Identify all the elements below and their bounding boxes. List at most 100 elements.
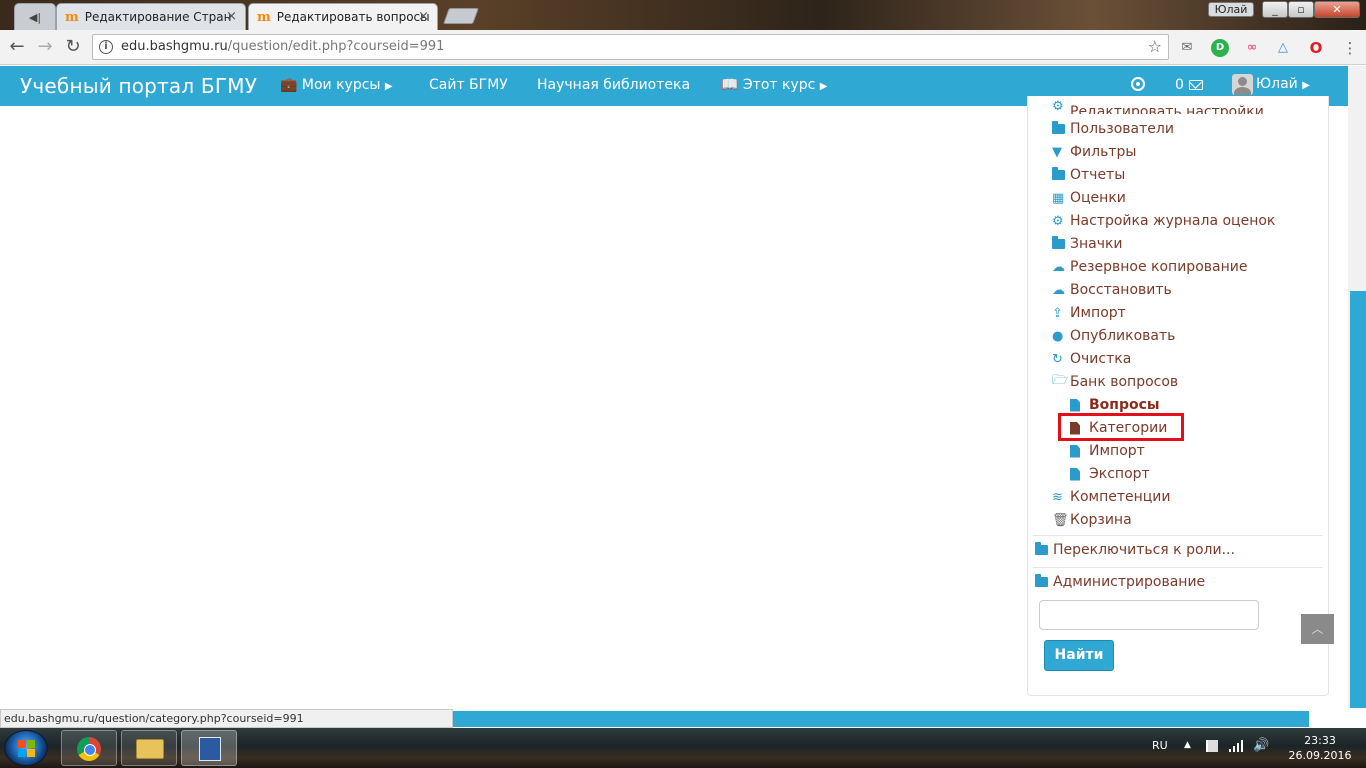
admin-item-recycle-bin[interactable]: 🗑 Корзина	[1052, 510, 1132, 530]
back-to-top-button[interactable]: ︿	[1301, 614, 1334, 644]
close-window-button[interactable]: ✕	[1314, 1, 1360, 18]
admin-item-users[interactable]: Пользователи	[1052, 119, 1174, 139]
admin-item-reports[interactable]: Отчеты	[1052, 165, 1125, 185]
admin-item-label: Редактировать настройки	[1070, 104, 1264, 114]
folder-icon	[1035, 574, 1048, 587]
divider	[1033, 567, 1323, 568]
menu-icon[interactable]: ⋮	[1341, 39, 1359, 57]
briefcase-icon: 💼	[280, 77, 298, 93]
nav-library-link[interactable]: Научная библиотека	[537, 77, 690, 93]
trash-icon: 🗑	[1052, 512, 1069, 528]
admin-item-label: Оценки	[1070, 190, 1126, 206]
caret-right-icon: ▶	[1302, 80, 1310, 91]
avatar[interactable]	[1232, 74, 1253, 95]
question-bank-item-import[interactable]: Импорт	[1070, 441, 1145, 461]
file-icon	[1070, 467, 1080, 481]
user-menu[interactable]: Юлай ▶	[1256, 76, 1310, 92]
competency-icon: ≋	[1052, 489, 1063, 505]
cogs-icon: ⚙	[1052, 213, 1064, 229]
windows-logo-icon	[27, 740, 35, 748]
status-bar-url: edu.bashgmu.ru/question/category.php?cou…	[0, 709, 453, 728]
maximize-button[interactable]: ▫	[1288, 1, 1314, 18]
admin-item-filters[interactable]: ▼ Фильтры	[1052, 142, 1136, 162]
divider	[1033, 535, 1323, 536]
extension-green-icon[interactable]: D	[1211, 39, 1229, 57]
site-brand[interactable]: Учебный портал БГМУ	[20, 74, 257, 98]
new-tab-button[interactable]	[443, 8, 479, 24]
admin-item-import[interactable]: ⇪ Импорт	[1052, 303, 1126, 323]
folder-icon	[1052, 121, 1065, 134]
nav-this-course[interactable]: 📖 Этот курс ▶	[721, 77, 827, 93]
envelope-icon[interactable]	[1189, 80, 1203, 90]
notification-icon[interactable]	[1131, 77, 1145, 91]
admin-search-input[interactable]	[1039, 600, 1259, 630]
close-icon[interactable]: ×	[418, 9, 429, 24]
caret-right-icon: ▶	[384, 81, 393, 92]
action-center-icon[interactable]	[1206, 740, 1218, 752]
nav-site-link[interactable]: Сайт БГМУ	[429, 77, 508, 93]
admin-item-label: Фильтры	[1070, 144, 1137, 160]
admin-item-gradebook-setup[interactable]: ⚙ Настройка журнала оценок	[1052, 211, 1275, 231]
switch-role-link[interactable]: Переключиться к роли...	[1035, 542, 1235, 558]
admin-item-question-bank[interactable]: 🗁 Банк вопросов	[1052, 372, 1178, 392]
clock-time: 23:33	[1304, 734, 1336, 747]
moodle-icon: m	[65, 9, 79, 25]
start-button[interactable]	[4, 730, 48, 766]
address-bar[interactable]: i edu.bashgmu.ru/question/edit.php?cours…	[92, 34, 1169, 60]
question-bank-item-label: Вопросы	[1089, 397, 1160, 413]
star-icon[interactable]: ☆	[1148, 35, 1162, 59]
opera-icon[interactable]: O	[1307, 39, 1325, 57]
info-icon[interactable]: i	[99, 40, 113, 54]
extension-red-icon[interactable]: ∞	[1243, 39, 1261, 57]
close-icon[interactable]: ×	[226, 9, 237, 24]
admin-item-label: Настройка журнала оценок	[1070, 213, 1276, 229]
tab-edit-questions[interactable]: m Редактировать вопросы ×	[248, 3, 438, 30]
moodle-icon: m	[257, 9, 271, 25]
show-hidden-icons-icon[interactable]: ▲	[1184, 740, 1191, 750]
admin-item-reset[interactable]: ↻ Очистка	[1052, 349, 1131, 369]
question-bank-item-export[interactable]: Экспорт	[1070, 464, 1150, 484]
admin-item-publish[interactable]: ● Опубликовать	[1052, 326, 1175, 346]
admin-item-competencies[interactable]: ≋ Компетенции	[1052, 487, 1170, 507]
caret-right-icon: ▶	[819, 81, 828, 92]
admin-item-badges[interactable]: Значки	[1052, 234, 1123, 254]
forward-button[interactable]: →	[34, 37, 56, 59]
admin-item-label: Импорт	[1070, 305, 1126, 321]
windows-logo-icon	[18, 749, 26, 757]
admin-item-edit-settings[interactable]: ⚙ Редактировать настройки	[1052, 96, 1264, 114]
language-indicator[interactable]: RU	[1152, 739, 1168, 752]
back-button[interactable]: ←	[6, 37, 28, 59]
admin-item-label: Значки	[1070, 236, 1123, 252]
cogs-icon: ⚙	[1052, 99, 1064, 114]
minimize-button[interactable]: _	[1262, 1, 1288, 18]
network-icon[interactable]	[1229, 740, 1243, 752]
taskbar-chrome[interactable]	[61, 730, 117, 766]
admin-item-backup[interactable]: ☁ Резервное копирование	[1052, 257, 1247, 277]
nav-my-courses[interactable]: 💼 Мои курсы ▶	[280, 77, 393, 93]
admin-item-grades[interactable]: ▦ Оценки	[1052, 188, 1126, 208]
mail-icon[interactable]: ✉	[1178, 39, 1196, 57]
paint-icon	[199, 737, 221, 761]
question-bank-item-label: Импорт	[1089, 443, 1145, 459]
tab-edit-page[interactable]: m Редактирование Стран ×	[56, 3, 246, 30]
page-scrollbar-thumb[interactable]	[1350, 291, 1366, 708]
drive-icon[interactable]: △	[1274, 39, 1292, 57]
question-bank-item-questions[interactable]: Вопросы	[1070, 395, 1160, 415]
messages-count[interactable]: 0	[1175, 77, 1184, 93]
folder-icon	[1052, 167, 1065, 180]
admin-item-label: Компетенции	[1070, 489, 1171, 505]
site-administration-link[interactable]: Администрирование	[1035, 574, 1205, 590]
taskbar-explorer[interactable]	[121, 730, 177, 766]
tab-audio[interactable]: ◀|	[14, 3, 56, 30]
search-button[interactable]: Найти	[1044, 640, 1114, 671]
admin-item-label: Отчеты	[1070, 167, 1126, 183]
admin-item-restore[interactable]: ☁ Восстановить	[1052, 280, 1172, 300]
volume-icon[interactable]: 🔊	[1253, 738, 1269, 753]
taskbar-paint[interactable]	[181, 730, 237, 766]
profile-chip[interactable]: Юлай	[1208, 2, 1254, 17]
browser-title-bar: ◀| m Редактирование Стран × m Редактиров…	[0, 0, 1366, 30]
site-administration-label: Администрирование	[1053, 574, 1206, 590]
clock[interactable]: 23:33 26.09.2016	[1282, 733, 1358, 763]
admin-item-label: Корзина	[1070, 512, 1132, 528]
reload-button[interactable]: ↻	[62, 37, 84, 59]
